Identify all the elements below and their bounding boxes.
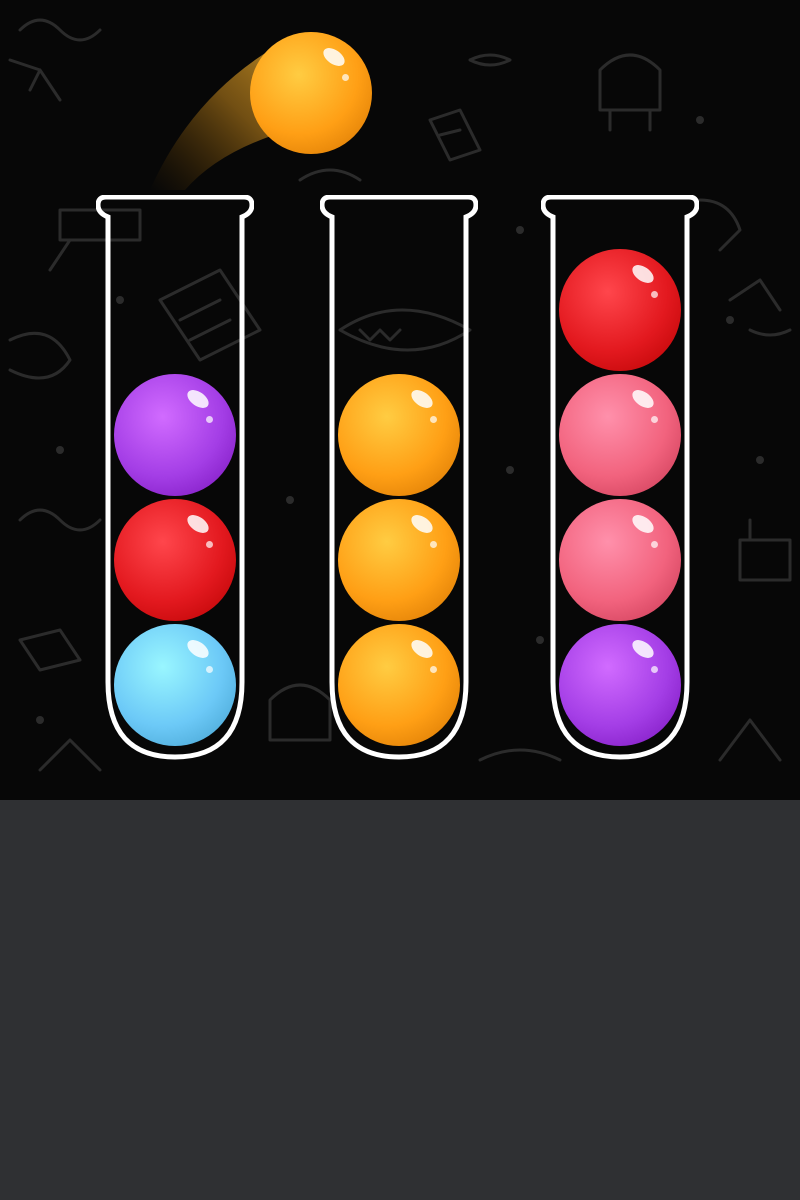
ball-highlight bbox=[629, 511, 657, 537]
ball-orange[interactable] bbox=[338, 374, 460, 496]
ball-highlight bbox=[184, 386, 212, 412]
ball-highlight bbox=[651, 541, 658, 548]
game-board bbox=[0, 0, 800, 800]
ball-purple[interactable] bbox=[114, 374, 236, 496]
ball-highlight bbox=[206, 541, 213, 548]
ball-highlight bbox=[408, 386, 436, 412]
ball-blue[interactable] bbox=[114, 624, 236, 746]
ball-highlight bbox=[184, 511, 212, 537]
held-ball[interactable] bbox=[250, 32, 372, 154]
ball-pink[interactable] bbox=[559, 499, 681, 621]
ball-highlight bbox=[430, 416, 437, 423]
ball-orange[interactable] bbox=[338, 624, 460, 746]
ball-highlight bbox=[184, 636, 212, 662]
ball-red[interactable] bbox=[114, 499, 236, 621]
ball-highlight bbox=[629, 636, 657, 662]
ball-pink[interactable] bbox=[559, 374, 681, 496]
ball-highlight bbox=[342, 74, 349, 81]
ball-highlight bbox=[430, 541, 437, 548]
ball-highlight bbox=[206, 416, 213, 423]
ball-highlight bbox=[408, 636, 436, 662]
ball-red[interactable] bbox=[559, 249, 681, 371]
ball-highlight bbox=[206, 666, 213, 673]
ball-highlight bbox=[408, 511, 436, 537]
ball-highlight bbox=[651, 666, 658, 673]
ball-highlight bbox=[629, 261, 657, 287]
ball-purple[interactable] bbox=[559, 624, 681, 746]
ball-highlight bbox=[320, 44, 348, 70]
ball-highlight bbox=[651, 291, 658, 298]
bottom-panel bbox=[0, 800, 800, 1200]
ball-highlight bbox=[629, 386, 657, 412]
ball-orange[interactable] bbox=[338, 499, 460, 621]
ball-highlight bbox=[430, 666, 437, 673]
ball-highlight bbox=[651, 416, 658, 423]
